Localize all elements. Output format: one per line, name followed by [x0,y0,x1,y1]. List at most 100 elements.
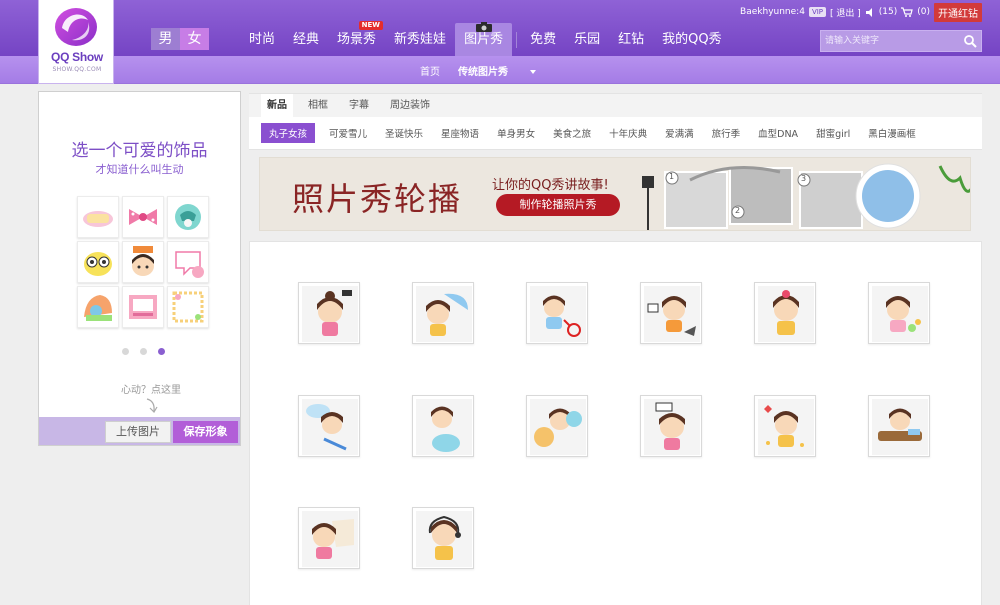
nav-picture-show-label: 图片秀 [464,32,504,47]
search-box [820,30,982,52]
carousel-dot[interactable] [122,348,129,355]
nav-red-diamond[interactable]: 红钻 [609,23,653,56]
nav-my-qq-show[interactable]: 我的QQ秀 [653,23,730,56]
category-item[interactable]: 美食之旅 [553,126,591,140]
curved-arrow-icon [146,398,158,413]
panel-actions: 上传图片 保存形象 [39,417,240,445]
hint-text: 心动？点这里 [121,385,181,396]
user-area: Baekhyunne:4 VIP [ 退出 ] (15) (0) 开通红钻 [736,2,982,22]
nav-paradise[interactable]: 乐园 [565,23,609,56]
product-grid [249,241,982,605]
sticker-item[interactable] [167,241,209,283]
step-3: 3 [801,174,807,183]
make-carousel-button[interactable]: 制作轮播照片秀 [496,194,620,216]
nav-classic[interactable]: 经典 [284,23,328,56]
sticker-item[interactable] [167,196,209,238]
product-item[interactable] [526,282,588,344]
sticker-item[interactable] [122,241,164,283]
sticker-item[interactable] [122,286,164,328]
promo-title: 选一个可爱的饰品 [71,141,208,161]
username[interactable]: Baekhyunne:4 [740,7,805,17]
message-icon[interactable] [865,7,875,17]
category-item[interactable]: 甜蜜girl [816,126,850,140]
sub-nav: 首页 传统图片秀 [420,56,630,101]
banner-subtitle: 让你的QQ秀讲故事! [492,178,609,193]
main-nav: 时尚 经典 场景秀 NEW 新秀娃娃 图片秀 免费 乐园 红钻 我的QQ秀 [240,21,731,56]
nav-scene-show-label: 场景秀 [337,32,377,47]
new-badge: NEW [358,21,384,30]
nav-separator [516,31,518,48]
carousel-dot[interactable] [140,348,147,355]
product-item[interactable] [754,395,816,457]
avatar-preview-panel: 选一个可爱的饰品 才知道什么叫生动 心动？点这里 上传图片 保存形象 [38,91,241,446]
category-item[interactable]: 圣诞快乐 [385,126,423,140]
cart-count[interactable]: (0) [917,7,930,17]
product-item[interactable] [412,282,474,344]
product-item[interactable] [640,395,702,457]
sticker-item[interactable] [77,241,119,283]
subnav-home[interactable]: 首页 [420,63,440,78]
product-item[interactable] [298,395,360,457]
camera-icon [475,22,492,32]
product-item[interactable] [754,282,816,344]
open-red-diamond-button[interactable]: 开通红钻 [934,2,982,22]
logout-link[interactable]: [ 退出 ] [830,6,861,19]
category-bar: 丸子女孩 可爱雪儿 圣诞快乐 星座物语 单身男女 美食之旅 十年庆典 爱满满 旅… [249,117,982,150]
sticker-item[interactable] [77,286,119,328]
subnav-current-label: 传统图片秀 [458,66,508,78]
nav-free[interactable]: 免费 [521,23,565,56]
category-item[interactable]: 十年庆典 [609,126,647,140]
category-item[interactable]: 旅行季 [712,126,741,140]
category-item[interactable]: 星座物语 [441,126,479,140]
gender-female-button[interactable]: 女 [180,28,209,50]
carousel-promo-banner[interactable]: 照片秀轮播 让你的QQ秀讲故事! 制作轮播照片秀 1 2 3 [259,157,971,231]
product-item[interactable] [868,395,930,457]
logo-text: QQ Show [51,50,103,64]
category-item[interactable]: 黑白漫画框 [868,126,916,140]
category-item[interactable]: 可爱雪儿 [329,126,367,140]
tab-frames[interactable]: 相框 [302,94,334,117]
nav-fashion[interactable]: 时尚 [240,23,284,56]
product-item[interactable] [298,282,360,344]
category-item[interactable]: 血型DNA [758,126,798,140]
promo-subtitle: 才知道什么叫生动 [95,163,184,176]
nav-picture-show[interactable]: 图片秀 [455,22,513,56]
category-item-active[interactable]: 丸子女孩 [261,123,316,143]
product-item[interactable] [412,507,474,569]
search-input[interactable] [825,33,957,49]
nav-new-doll[interactable]: 新秀娃娃 [385,23,455,56]
message-count[interactable]: (15) [879,7,897,17]
carousel-dots [122,348,176,355]
search-icon[interactable] [963,34,977,48]
carousel-dot-active[interactable] [158,348,165,355]
caret-down-icon [530,69,536,74]
sticker-item[interactable] [77,196,119,238]
sticker-item[interactable] [167,286,209,328]
product-item[interactable] [868,282,930,344]
product-tabs: 新品 相框 字幕 周边装饰 [249,93,982,117]
product-item[interactable] [640,282,702,344]
save-avatar-button[interactable]: 保存形象 [173,421,238,443]
product-item[interactable] [526,395,588,457]
tab-captions[interactable]: 字幕 [343,94,375,117]
product-item[interactable] [298,507,360,569]
banner-title: 照片秀轮播 [292,180,463,218]
product-item[interactable] [412,395,474,457]
logo-subtext: SHOW.QQ.COM [52,66,102,73]
sticker-item[interactable] [122,196,164,238]
cart-icon[interactable] [901,7,914,17]
logo-icon [55,8,97,46]
qq-show-logo[interactable]: QQ Show SHOW.QQ.COM [38,0,114,84]
gender-male-button[interactable]: 男 [151,28,180,50]
sticker-grid [77,196,209,328]
subnav-traditional-picture-show[interactable]: 传统图片秀 [458,63,630,101]
nav-scene-show[interactable]: 场景秀 NEW [328,21,385,56]
tab-new[interactable]: 新品 [261,94,293,117]
tab-decorations[interactable]: 周边装饰 [384,94,436,117]
upload-image-button[interactable]: 上传图片 [105,421,171,443]
gender-switch: 男 女 [151,28,209,50]
category-item[interactable]: 爱满满 [665,126,694,140]
category-item[interactable]: 单身男女 [497,126,535,140]
step-2: 2 [735,206,741,215]
vip-badge[interactable]: VIP [808,7,827,17]
